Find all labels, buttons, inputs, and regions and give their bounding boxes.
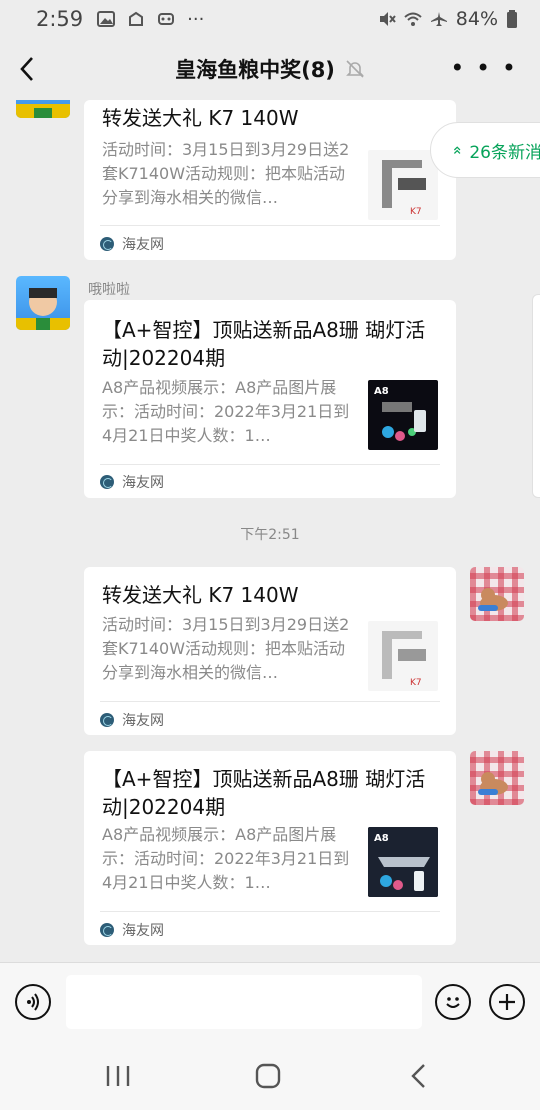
emoji-button[interactable] (435, 984, 471, 1020)
mute-bell-icon (345, 60, 364, 78)
avatar-image (16, 288, 70, 330)
avatar-image (478, 588, 508, 611)
chat-title-wrap: 皇海鱼粮中奖(8) (175, 54, 365, 84)
system-navigation-bar (0, 1040, 540, 1110)
card-title: 转发送大礼 K7 140W (102, 106, 299, 130)
side-scroll-tab[interactable] (532, 294, 540, 498)
card-source: 海友网 (100, 920, 164, 940)
card-description: A8产品视频展示：A8产品图片展示：活动时间：2022年3月21日到4月21日中… (102, 378, 350, 445)
card-source: 海友网 (100, 234, 164, 254)
double-chevron-up-icon (453, 146, 461, 154)
voice-icon (27, 993, 39, 1011)
smiley-icon (446, 997, 460, 1008)
card-title: 【A+智控】顶贴送新品A8珊 瑚灯活动|202204期 (102, 318, 426, 370)
card-source-label: 海友网 (122, 713, 164, 729)
status-more: ··· (187, 8, 205, 30)
card-source-label: 海友网 (122, 237, 164, 253)
wifi-icon (404, 12, 422, 26)
k7-light-image: K7 (382, 160, 426, 217)
recent-apps-icon[interactable] (100, 1058, 136, 1094)
card-title: 转发送大礼 K7 140W (102, 583, 299, 607)
plus-icon (499, 994, 515, 1010)
card-title: 【A+智控】顶贴送新品A8珊 瑚灯活动|202204期 (102, 767, 426, 819)
mute-icon (379, 12, 396, 26)
link-card[interactable]: 【A+智控】顶贴送新品A8珊 瑚灯活动|202204期 A8产品视频展示：A8产… (84, 300, 456, 498)
card-divider (100, 225, 440, 226)
svg-text:K7: K7 (410, 678, 422, 688)
new-messages-label: 26条新消息 (469, 142, 540, 163)
card-divider (100, 701, 440, 702)
a8-light-image: A8 (374, 386, 426, 441)
card-description: 活动时间：3月15日到3月29日送2套K7140W活动规则：把本贴活动分享到海水… (102, 615, 350, 682)
avatar[interactable] (16, 100, 70, 118)
chat-timestamp: 下午2:51 (240, 527, 300, 543)
a8-light-image: A8 (368, 827, 438, 897)
card-thumbnail: K7 (368, 621, 438, 691)
message-input[interactable] (66, 975, 422, 1029)
status-bar: 2:59 ··· 84% (0, 0, 540, 38)
source-logo-icon (100, 923, 114, 937)
battery-icon (507, 10, 517, 28)
chat-header: 皇海鱼粮中奖(8) • • • (0, 38, 540, 100)
game-icon (158, 13, 175, 25)
battery-percent: 84% (455, 8, 498, 30)
card-description: A8产品视频展示：A8产品图片展示：活动时间：2022年3月21日到4月21日中… (102, 825, 350, 892)
card-thumbnail: K7 (368, 150, 438, 220)
svg-text:A8: A8 (374, 833, 389, 844)
source-logo-icon (100, 475, 114, 489)
avatar[interactable] (470, 751, 524, 805)
sender-name: 哦啦啦 (88, 282, 130, 298)
avatar-image (478, 772, 508, 795)
home-icon[interactable] (250, 1058, 286, 1094)
chat-title: 皇海鱼粮中奖(8) (175, 58, 335, 82)
voice-input-button[interactable] (15, 984, 51, 1020)
card-source: 海友网 (100, 472, 164, 492)
link-card[interactable]: 【A+智控】顶贴送新品A8珊 瑚灯活动|202204期 A8产品视频展示：A8产… (84, 751, 456, 945)
back-icon[interactable] (402, 1058, 438, 1094)
card-divider (100, 464, 440, 465)
card-thumbnail: A8 (368, 380, 438, 450)
card-source-label: 海友网 (122, 475, 164, 491)
new-messages-button[interactable]: 26条新消息 (430, 122, 540, 178)
avatar[interactable] (16, 276, 70, 330)
chat-area[interactable]: 转发送大礼 K7 140W 活动时间：3月15日到3月29日送2套K7140W活… (0, 100, 540, 962)
more-options-icon[interactable]: • • • (450, 54, 518, 82)
source-logo-icon (100, 237, 114, 251)
card-source-label: 海友网 (122, 923, 164, 939)
link-card[interactable]: 转发送大礼 K7 140W 活动时间：3月15日到3月29日送2套K7140W活… (84, 567, 456, 735)
gallery-icon (97, 11, 116, 27)
airplane-icon (430, 12, 447, 26)
source-logo-icon (100, 713, 114, 727)
more-actions-button[interactable] (489, 984, 525, 1020)
back-arrow-icon[interactable] (14, 52, 44, 86)
card-thumbnail: A8 (368, 827, 438, 897)
svg-text:A8: A8 (374, 386, 389, 397)
card-source: 海友网 (100, 710, 164, 730)
card-description: 活动时间：3月15日到3月29日送2套K7140W活动规则：把本贴活动分享到海水… (102, 140, 350, 207)
recycle-icon (129, 11, 144, 26)
k7-light-image: K7 (382, 631, 426, 688)
svg-text:K7: K7 (410, 207, 422, 217)
card-divider (100, 911, 440, 912)
link-card[interactable]: 转发送大礼 K7 140W 活动时间：3月15日到3月29日送2套K7140W活… (84, 100, 456, 260)
message-input-bar (0, 962, 540, 1040)
status-time: 2:59 (36, 7, 84, 31)
avatar[interactable] (470, 567, 524, 621)
avatar-image (16, 104, 70, 118)
